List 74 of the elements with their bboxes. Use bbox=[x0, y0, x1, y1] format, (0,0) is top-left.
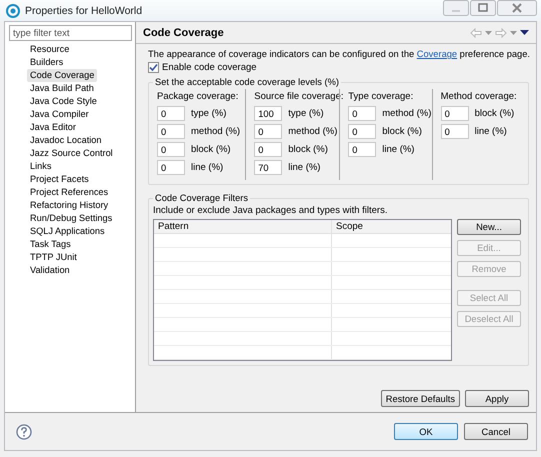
field-label: method (%) bbox=[191, 126, 240, 137]
percent-field[interactable]: 0 bbox=[254, 124, 282, 139]
sidebar-item[interactable]: Task Tags bbox=[27, 238, 74, 251]
column-heading: Package coverage: bbox=[157, 91, 240, 102]
checkbox-label: Enable code coverage bbox=[162, 62, 257, 73]
sidebar-item[interactable]: Builders bbox=[27, 56, 66, 69]
sidebar-item[interactable]: Java Build Path bbox=[27, 82, 97, 95]
sidebar-item[interactable]: Code Coverage bbox=[27, 69, 98, 82]
coverage-link[interactable]: Coverage bbox=[416, 49, 458, 59]
field-label: line (%) bbox=[382, 144, 414, 155]
field-label: block (%) bbox=[382, 126, 422, 137]
sidebar-item[interactable]: Java Editor bbox=[27, 121, 79, 134]
filter-field[interactable]: type filter text bbox=[9, 25, 132, 41]
percent-field[interactable]: 0 bbox=[348, 106, 376, 121]
close-icon[interactable] bbox=[497, 0, 537, 16]
group-title: Set the acceptable code coverage levels (%) bbox=[154, 77, 340, 87]
sidebar-item[interactable]: Project References bbox=[27, 186, 112, 199]
app-icon bbox=[6, 4, 20, 18]
filter-button[interactable]: New... bbox=[457, 219, 521, 235]
field-label: type (%) bbox=[191, 108, 226, 119]
sidebar-item[interactable]: Validation bbox=[27, 264, 73, 277]
sidebar-item[interactable]: Run/Debug Settings bbox=[27, 212, 116, 225]
sidebar-item[interactable]: Links bbox=[27, 160, 54, 173]
dialog-button[interactable]: OK bbox=[394, 423, 458, 440]
help-icon[interactable] bbox=[16, 424, 32, 440]
field-label: block (%) bbox=[288, 144, 328, 155]
back-arrow-icon[interactable] bbox=[470, 28, 482, 38]
field-label: block (%) bbox=[191, 144, 231, 155]
field-label: method (%) bbox=[382, 108, 432, 119]
field-label: method (%) bbox=[288, 126, 338, 137]
percent-field[interactable]: 0 bbox=[440, 106, 469, 121]
column-heading: Method coverage: bbox=[440, 91, 518, 102]
page-title: Code Coverage bbox=[143, 26, 224, 38]
menu-caret-icon[interactable] bbox=[520, 30, 529, 35]
caret-icon[interactable] bbox=[510, 30, 517, 34]
group-title: Code Coverage Filters bbox=[154, 193, 250, 203]
intro-text: The appearance of coverage indicators can be configured on the Coverage preference page. bbox=[148, 49, 529, 59]
field-label: type (%) bbox=[288, 108, 324, 119]
forward-arrow-icon[interactable] bbox=[495, 28, 507, 38]
caret-icon[interactable] bbox=[485, 30, 492, 34]
maximize-icon[interactable] bbox=[470, 0, 496, 16]
sidebar-item[interactable]: Java Code Style bbox=[27, 95, 100, 108]
column-heading: Type coverage: bbox=[348, 91, 414, 102]
page-button[interactable]: Apply bbox=[465, 390, 529, 407]
page-button[interactable]: Restore Defaults bbox=[380, 390, 460, 407]
column-header[interactable]: Pattern bbox=[154, 220, 332, 233]
sidebar-item[interactable]: Project Facets bbox=[27, 173, 92, 186]
percent-field[interactable]: 0 bbox=[254, 142, 282, 157]
sidebar-item[interactable]: Jazz Source Control bbox=[27, 147, 116, 160]
percent-field[interactable]: 0 bbox=[348, 142, 376, 157]
sidebar-item[interactable]: TPTP JUnit bbox=[27, 251, 80, 264]
window-title: Properties for HelloWorld bbox=[25, 4, 142, 16]
percent-field[interactable]: 0 bbox=[440, 124, 469, 139]
percent-field[interactable]: 100 bbox=[254, 106, 282, 121]
field-label: line (%) bbox=[191, 162, 224, 173]
sidebar-item[interactable]: SQLJ Applications bbox=[27, 225, 108, 238]
percent-field[interactable]: 0 bbox=[157, 106, 185, 121]
field-label: block (%) bbox=[474, 108, 514, 119]
filters-description: Include or exclude Java packages and types with filters. bbox=[153, 205, 388, 216]
field-label: line (%) bbox=[474, 126, 507, 137]
checkbox[interactable] bbox=[148, 62, 159, 73]
percent-field[interactable]: 0 bbox=[157, 160, 185, 175]
column-header[interactable]: Scope bbox=[332, 220, 451, 233]
sidebar-item[interactable]: Javadoc Location bbox=[27, 134, 105, 147]
sidebar-item[interactable]: Refactoring History bbox=[27, 199, 112, 212]
minimize-icon[interactable] bbox=[443, 0, 469, 16]
sidebar-item[interactable]: Resource bbox=[27, 43, 72, 56]
field-label: line (%) bbox=[288, 162, 320, 173]
percent-field[interactable]: 0 bbox=[157, 124, 185, 139]
percent-field[interactable]: 0 bbox=[348, 124, 376, 139]
dialog-button[interactable]: Cancel bbox=[464, 423, 528, 440]
percent-field[interactable]: 70 bbox=[254, 160, 282, 175]
percent-field[interactable]: 0 bbox=[157, 142, 185, 157]
sidebar-item[interactable]: Java Compiler bbox=[27, 108, 92, 121]
